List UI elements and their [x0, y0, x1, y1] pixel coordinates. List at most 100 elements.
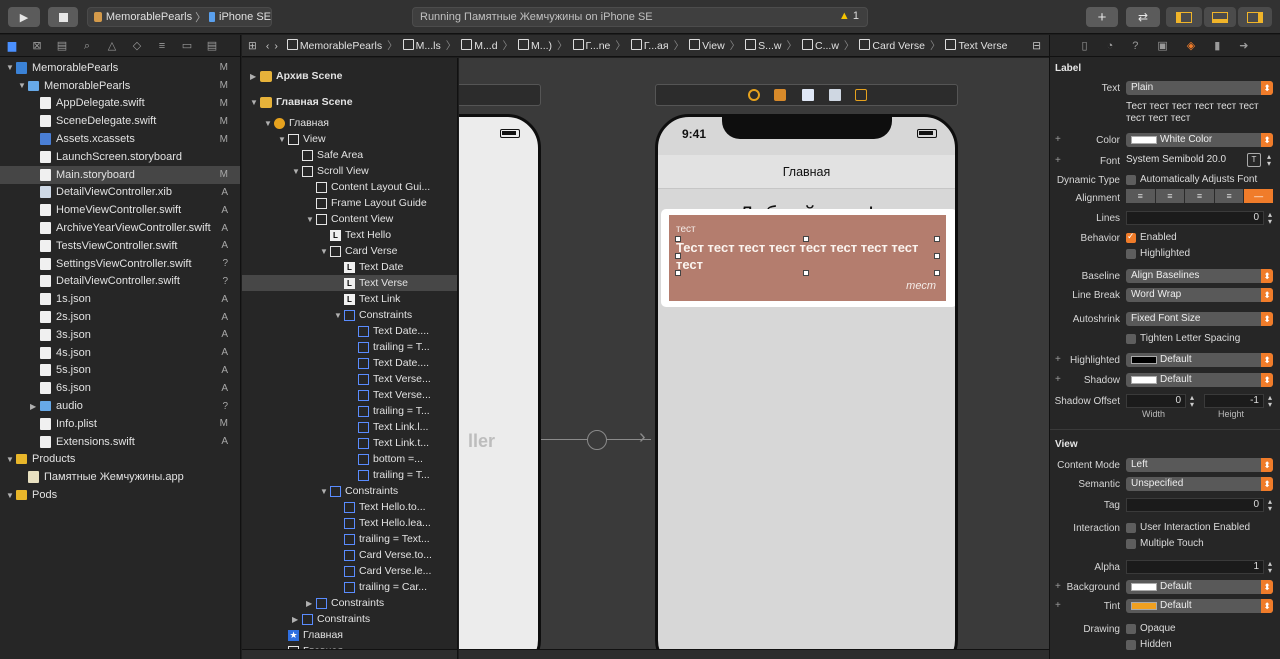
disclosure-open-icon[interactable]: ▼ — [250, 98, 260, 107]
navigator-item[interactable]: ▼ Products — [0, 451, 240, 469]
tag-stepper[interactable]: ▴ ▾ — [1266, 498, 1274, 513]
hidden-checkbox[interactable] — [1126, 640, 1136, 650]
assistant-icon[interactable]: ⊟ — [1032, 40, 1041, 52]
navigator-item[interactable]: 6s.json A — [0, 379, 240, 397]
shadow-popup[interactable]: Default — [1126, 373, 1273, 387]
help-icon[interactable]: ? — [1132, 40, 1138, 52]
outline-item[interactable]: trailing = T... — [242, 339, 457, 355]
outline-item[interactable]: Text Date.... — [242, 323, 457, 339]
text-date[interactable]: тест — [676, 224, 696, 235]
navigator-item[interactable]: AppDelegate.swift M — [0, 95, 240, 113]
outline-item[interactable]: trailing = T... — [242, 403, 457, 419]
outline-item[interactable]: Text Hello.to... — [242, 499, 457, 515]
text-link[interactable]: тест — [906, 280, 936, 292]
outline-item[interactable]: Card Verse.le... — [242, 563, 457, 579]
navigator-item[interactable]: 1s.json A — [0, 290, 240, 308]
outline-filter-bar[interactable] — [242, 649, 457, 659]
shadow-width-field[interactable]: 0 — [1126, 394, 1186, 408]
resize-handle[interactable] — [675, 236, 681, 242]
semantic-popup[interactable]: Unspecified — [1126, 477, 1273, 491]
navigator-item[interactable]: DetailViewController.xib A — [0, 184, 240, 202]
text-type-popup[interactable]: Plain — [1126, 81, 1273, 95]
outline-item[interactable]: ▼ Главная — [242, 115, 457, 131]
background-popup[interactable]: Default — [1126, 580, 1273, 594]
navigator-item[interactable]: TestsViewController.swift A — [0, 237, 240, 255]
disclosure-closed-icon[interactable]: ▶ — [306, 599, 316, 608]
shadow-width-stepper[interactable]: ▴ ▾ — [1188, 394, 1196, 409]
tag-field[interactable]: 0 — [1126, 498, 1264, 512]
jump-bar-item[interactable]: S...w — [745, 39, 782, 52]
tint-popup[interactable]: Default — [1126, 599, 1273, 613]
outline-item[interactable]: Frame Layout Guide — [242, 195, 457, 211]
navigator-item[interactable]: ArchiveYearViewController.swift A — [0, 219, 240, 237]
exit-image-icon[interactable] — [802, 89, 814, 101]
align-right-icon[interactable]: ≡ — [1185, 189, 1215, 203]
jump-bar-item[interactable]: Г...ne — [572, 39, 610, 52]
navigator-item[interactable]: 4s.json A — [0, 344, 240, 362]
jump-bar-item[interactable]: View — [689, 39, 725, 52]
font-picker-icon[interactable]: T — [1247, 153, 1261, 167]
shadow-height-stepper[interactable]: ▴ ▾ — [1266, 394, 1274, 409]
resize-handle[interactable] — [803, 270, 809, 276]
outline-item[interactable]: Text Hello.lea... — [242, 515, 457, 531]
jump-bar-item[interactable]: M...) — [518, 39, 552, 52]
warning-indicator[interactable]: ▲ 1 — [839, 10, 859, 22]
font-field[interactable]: System Semibold 20.0 — [1126, 154, 1244, 165]
outline-scene[interactable]: ▼ Главная Scene — [242, 89, 457, 115]
run-button[interactable]: ▶ — [8, 7, 40, 27]
outline-item[interactable]: ▼ Card Verse — [242, 243, 457, 259]
navigator-item[interactable]: SettingsViewController.swift? — [0, 255, 240, 273]
outline-item[interactable]: ▼ Constraints — [242, 483, 457, 499]
code-review-button[interactable]: ⇄ — [1126, 7, 1160, 27]
align-justify-icon[interactable]: ≡ — [1214, 189, 1245, 203]
outline-item[interactable]: Text Verse... — [242, 371, 457, 387]
color-popup[interactable]: White Color — [1126, 133, 1273, 147]
storyboard-ref-icon[interactable] — [829, 89, 841, 101]
attributes-icon[interactable]: ◈ — [1187, 39, 1195, 52]
main-scene-bar[interactable] — [655, 84, 958, 106]
dynamic-type-checkbox[interactable] — [1126, 175, 1136, 185]
navigator-item[interactable]: 5s.json A — [0, 362, 240, 380]
back-arrow-icon[interactable]: ‹ — [266, 40, 270, 52]
disclosure-open-icon[interactable]: ▼ — [264, 119, 274, 128]
text-content-field[interactable]: Тест тест тест тест тест тест тест тест … — [1126, 101, 1275, 125]
navigator-item[interactable]: 3s.json A — [0, 326, 240, 344]
outline-item[interactable]: Text Link.t... — [242, 435, 457, 451]
navigator-item[interactable]: ▼ Pods — [0, 486, 240, 504]
disclosure-open-icon[interactable]: ▼ — [6, 455, 16, 464]
report-icon[interactable]: ▤ — [205, 39, 219, 53]
outline-item[interactable]: Card Verse.to... — [242, 547, 457, 563]
jump-bar-item[interactable]: Text Verse — [945, 39, 1007, 52]
outline-item[interactable]: ★ Главная — [242, 627, 457, 643]
disclosure-closed-icon[interactable]: ▶ — [30, 402, 40, 411]
navigator-item[interactable]: ▶ audio? — [0, 397, 240, 415]
jump-bar-item[interactable]: C...w — [802, 39, 839, 52]
jump-bar-item[interactable]: M...d — [461, 39, 498, 52]
lines-stepper[interactable]: ▴ ▾ — [1266, 211, 1274, 226]
disclosure-open-icon[interactable]: ▼ — [306, 215, 316, 224]
folder-icon[interactable]: ▆ — [5, 39, 19, 53]
alignment-control[interactable]: ≡ ≡ ≡ ≡ — — [1126, 189, 1273, 203]
outline-item[interactable]: ▼ View — [242, 131, 457, 147]
content-mode-popup[interactable]: Left — [1126, 458, 1273, 472]
outline-item[interactable]: ▶ Constraints — [242, 595, 457, 611]
scheme-selector[interactable]: MemorablePearls 〉 iPhone SE — [87, 7, 272, 27]
outline-scene[interactable]: ▶ Архив Scene — [242, 63, 457, 89]
exit-icon[interactable] — [855, 89, 867, 101]
jump-bar-item[interactable]: Г...ая — [630, 39, 669, 52]
outline-item[interactable]: trailing = T... — [242, 467, 457, 483]
outline-item[interactable]: trailing = Car... — [242, 579, 457, 595]
outline-item[interactable]: L Text Verse — [242, 275, 457, 291]
navigator-item[interactable]: Памятные Жемчужины.app — [0, 468, 240, 486]
connections-icon[interactable]: ➜ — [1239, 39, 1248, 52]
debug-icon[interactable]: ≡ — [155, 39, 169, 53]
toggle-inspector-button[interactable] — [1238, 7, 1272, 27]
align-center-icon[interactable]: ≡ — [1155, 189, 1186, 203]
navigator-item[interactable]: 2s.json A — [0, 308, 240, 326]
font-size-stepper[interactable]: ▴ ▾ — [1265, 153, 1273, 168]
resize-handle[interactable] — [675, 270, 681, 276]
outline-item[interactable]: Safe Area — [242, 147, 457, 163]
outline-item[interactable]: bottom =... — [242, 451, 457, 467]
outline-item[interactable]: ▶ Constraints — [242, 611, 457, 627]
stop-button[interactable] — [48, 7, 78, 27]
